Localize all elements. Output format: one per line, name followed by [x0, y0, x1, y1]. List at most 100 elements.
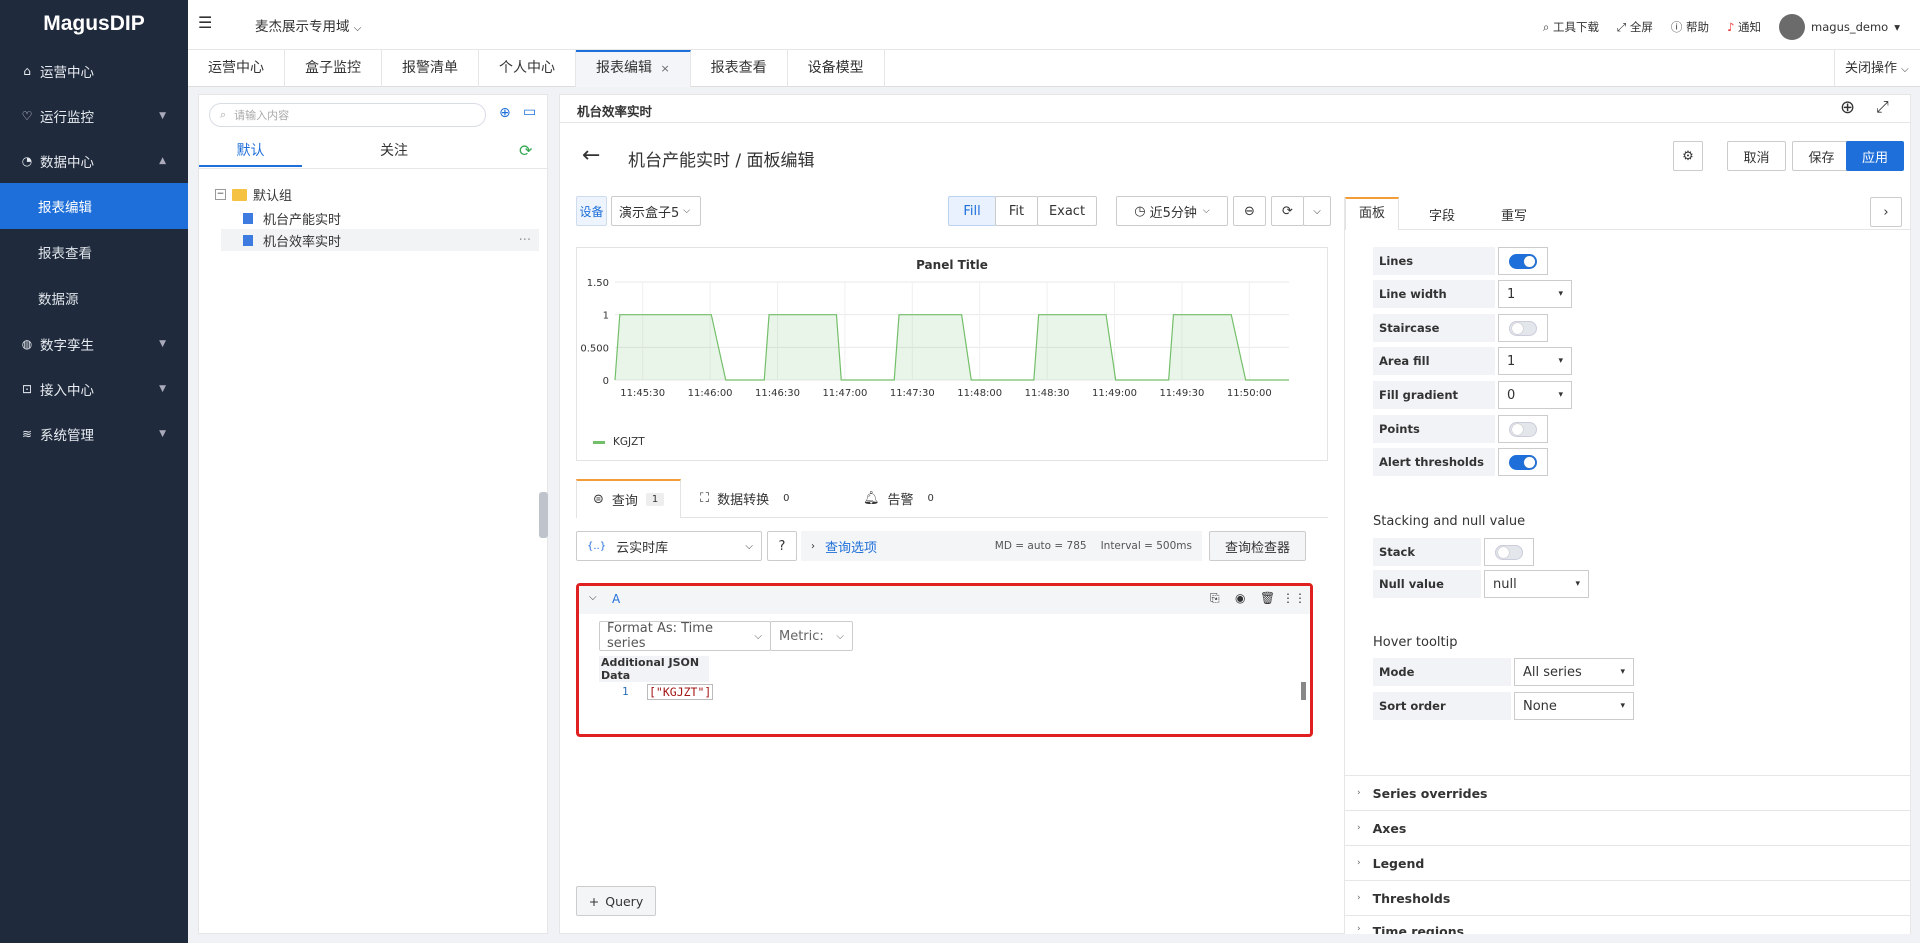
search-input[interactable]: ⌕ 请输入内容	[209, 103, 486, 127]
cancel-button[interactable]: 取消	[1727, 141, 1786, 171]
tree-item[interactable]: 机台效率实时 ···	[221, 229, 539, 251]
tab-query[interactable]: ⊜ 查询 1	[576, 479, 681, 518]
null-value-select[interactable]: null ▾	[1484, 570, 1589, 598]
refresh-icon[interactable]: ⟳	[519, 141, 532, 160]
tab-personal[interactable]: 个人中心	[479, 50, 576, 87]
section-time-regions[interactable]: › Time regions	[1345, 915, 1910, 934]
chevron-down-icon: ▼	[159, 383, 166, 394]
tab-report-view[interactable]: 报表查看	[691, 50, 788, 87]
folder-icon[interactable]: ▭	[523, 104, 536, 120]
query-options[interactable]: › 查询选项 MD = auto = 785 Interval = 500ms	[801, 531, 1202, 561]
sidebar-item-access[interactable]: ⊡ 接入中心 ▼	[0, 366, 188, 411]
tree-group[interactable]: − 默认组	[215, 185, 292, 204]
series-area	[615, 314, 1289, 380]
refresh-button[interactable]: ⟳	[1271, 196, 1304, 226]
close-operations-menu[interactable]: 关闭操作 ⌵	[1834, 50, 1920, 86]
collapse-options-button[interactable]: ›	[1870, 197, 1902, 227]
sidebar-item-monitor[interactable]: ♡ 运行监控 ▼	[0, 93, 188, 138]
tools-download-link[interactable]: ⌕ 工具下载	[1543, 19, 1599, 35]
tab-bar: 运营中心 盒子监控 报警清单 个人中心 报表编辑 × 报表查看 设备模型 关闭操…	[188, 50, 1920, 87]
line-width-select[interactable]: 1 ▾	[1498, 280, 1572, 308]
copy-icon[interactable]: ⎘	[1210, 591, 1220, 606]
help-button[interactable]: ?	[767, 531, 797, 561]
tab-follow[interactable]: 关注	[359, 135, 429, 167]
fit-button[interactable]: Fit	[995, 196, 1038, 226]
scrollbar[interactable]	[1301, 682, 1306, 700]
tab-alert[interactable]: 🔔︎ 告警 0	[863, 489, 940, 508]
staircase-toggle[interactable]	[1498, 314, 1548, 342]
tab-report-edit[interactable]: 报表编辑 ×	[576, 50, 691, 87]
apply-button[interactable]: 应用	[1846, 141, 1904, 171]
x-tick-label: 11:47:30	[890, 388, 935, 399]
area-fill-select[interactable]: 1 ▾	[1498, 347, 1572, 375]
bell-icon: 🔔︎	[863, 491, 880, 506]
exact-button[interactable]: Exact	[1037, 196, 1097, 226]
tree-item[interactable]: 机台产能实时	[243, 209, 341, 228]
add-icon[interactable]: ⊕	[499, 105, 511, 121]
close-icon[interactable]: ×	[660, 62, 669, 75]
back-arrow-icon[interactable]: ←	[582, 143, 600, 168]
alert-thresholds-toggle[interactable]	[1498, 448, 1548, 476]
zoom-out-button[interactable]: ⊖	[1233, 196, 1266, 226]
sidebar-item-system[interactable]: ≋ 系统管理 ▼	[0, 411, 188, 456]
section-legend[interactable]: › Legend	[1345, 845, 1910, 880]
collapse-icon[interactable]: −	[215, 189, 226, 200]
add-query-button[interactable]: + Query	[576, 886, 656, 916]
globe-icon: ◍	[21, 336, 33, 351]
time-range-picker[interactable]: ◷ 近5分钟 ⌵	[1116, 196, 1228, 226]
collapse-icon[interactable]: ⌵	[589, 592, 597, 603]
tab-default[interactable]: 默认	[199, 135, 302, 167]
points-toggle[interactable]	[1498, 415, 1548, 443]
section-axes[interactable]: › Axes	[1345, 810, 1910, 845]
datasource-select[interactable]: {..} 云实时库 ⌵	[576, 531, 762, 561]
section-thresholds[interactable]: › Thresholds	[1345, 880, 1910, 915]
tab-override[interactable]: 重写	[1501, 205, 1527, 224]
sidebar-item-twin[interactable]: ◍ 数字孪生 ▼	[0, 321, 188, 366]
settings-button[interactable]: ⚙	[1673, 141, 1703, 171]
sidebar-item-ops[interactable]: ⌂ 运营中心	[0, 48, 188, 93]
section-series-overrides[interactable]: › Series overrides	[1345, 775, 1910, 810]
user-menu[interactable]: magus_demo ▾	[1779, 14, 1900, 40]
chevron-down-icon: ⌵	[754, 630, 762, 642]
metric-select[interactable]: Metric: ⌵	[770, 621, 853, 651]
zoom-in-icon[interactable]: ⊕	[1840, 97, 1855, 118]
lines-toggle[interactable]	[1498, 247, 1548, 275]
sidebar-item-datasource[interactable]: 数据源	[0, 275, 188, 321]
fullscreen-link[interactable]: ⤢ 全屏	[1617, 19, 1653, 35]
sidebar-item-report-edit[interactable]: 报表编辑	[0, 183, 188, 229]
notify-link[interactable]: ♪ 通知	[1727, 19, 1761, 35]
help-link[interactable]: ⓘ 帮助	[1671, 19, 1709, 35]
expand-icon[interactable]: ⤢	[1876, 97, 1889, 117]
legend-label: KGJZT	[613, 436, 645, 448]
fill-gradient-select[interactable]: 0 ▾	[1498, 381, 1572, 409]
mode-select[interactable]: All series ▾	[1514, 658, 1634, 686]
format-as-select[interactable]: Format As: Time series ⌵	[599, 621, 771, 651]
tab-panel[interactable]: 面板	[1345, 197, 1399, 230]
tab-transform[interactable]: ⛶ 数据转换 0	[700, 489, 796, 508]
save-button[interactable]: 保存	[1792, 141, 1851, 171]
eye-icon[interactable]: ◉	[1235, 591, 1245, 605]
trash-icon[interactable]: 🗑︎	[1260, 591, 1275, 605]
sidebar-item-data-center[interactable]: ◔ 数据中心 ▲	[0, 138, 188, 183]
more-icon[interactable]: ···	[519, 233, 531, 248]
sort-order-select[interactable]: None ▾	[1514, 692, 1634, 720]
tab-ops[interactable]: 运营中心	[188, 50, 285, 87]
collapse-menu-icon[interactable]: ☰	[198, 13, 212, 32]
line-number: 1	[622, 685, 629, 698]
query-inspector-button[interactable]: 查询检查器	[1209, 531, 1306, 561]
switch	[1495, 544, 1523, 560]
tab-alarm-list[interactable]: 报警清单	[382, 50, 479, 87]
stack-toggle[interactable]	[1484, 538, 1534, 566]
domain-selector[interactable]: 麦杰展示专用域 ⌵	[255, 15, 361, 35]
device-select[interactable]: 演示盒子5 ⌵	[611, 196, 701, 226]
sidebar-item-report-view[interactable]: 报表查看	[0, 229, 188, 275]
chevron-right-icon: ›	[1357, 893, 1361, 903]
tab-field[interactable]: 字段	[1429, 205, 1455, 224]
tab-device-model[interactable]: 设备模型	[788, 50, 885, 87]
json-editor[interactable]: ["KGJZT"]	[647, 684, 714, 700]
resize-handle[interactable]	[539, 492, 548, 538]
tab-box-monitor[interactable]: 盒子监控	[285, 50, 382, 87]
refresh-interval-button[interactable]: ⌵	[1303, 196, 1331, 226]
fill-button[interactable]: Fill	[948, 196, 996, 226]
drag-handle-icon[interactable]: ⋮⋮	[1282, 591, 1306, 605]
